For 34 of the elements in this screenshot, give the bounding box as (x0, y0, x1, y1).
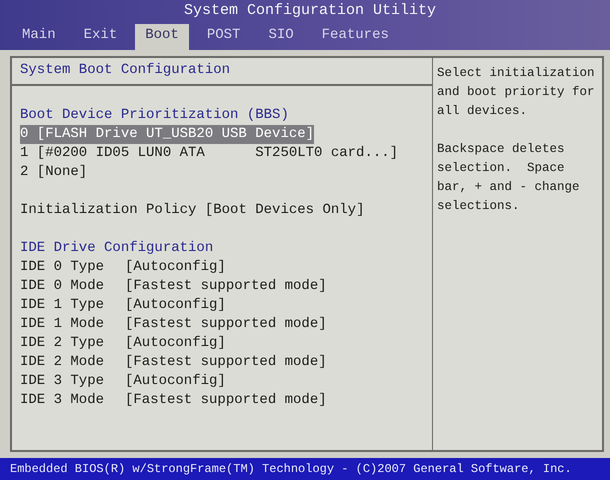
setting-value[interactable]: [Autoconfig] (125, 296, 226, 315)
boot-device-item[interactable]: 1 [#0200 ID05 LUN0 ATA ST250LT0 card...] (20, 144, 398, 163)
setting-label: IDE 0 Type (20, 258, 106, 277)
menu-tab[interactable]: Features (312, 24, 399, 50)
setting-value[interactable]: [Boot Devices Only] (204, 201, 364, 220)
setting-value[interactable]: [Fastest supported mode] (125, 391, 327, 410)
help-text: Backspace deletes selection. Space bar, + and - change selections. (437, 141, 581, 215)
boot-device-item[interactable]: 2 [None] (20, 163, 88, 182)
boot-device-item[interactable]: 0 [FLASH Drive UT_USB20 USB Device] (20, 125, 314, 144)
section-heading: Boot Device Prioritization (BBS) (20, 106, 290, 125)
section-heading: IDE Drive Configuration (20, 239, 214, 258)
setting-label: IDE 3 Mode (20, 391, 106, 410)
status-bar: Embedded BIOS(R) w/StrongFrame(TM) Technology - (C)2007 General Software, Inc. (0, 458, 610, 480)
setting-value[interactable]: [Autoconfig] (125, 372, 226, 391)
setting-label: IDE 2 Mode (20, 353, 106, 372)
setting-label: Initialization Policy (20, 201, 198, 220)
setting-label: IDE 2 Type (20, 334, 106, 353)
panel-title: System Boot Configuration (12, 58, 432, 86)
setting-label: IDE 1 Mode (20, 315, 106, 334)
setting-label: IDE 3 Type (20, 372, 106, 391)
menu-tab[interactable]: Main (12, 24, 66, 50)
menu-tab[interactable]: SIO (258, 24, 304, 50)
setting-value[interactable]: [Autoconfig] (125, 334, 226, 353)
setting-value[interactable]: [Autoconfig] (125, 258, 226, 277)
menu-tab[interactable]: Boot (135, 24, 189, 50)
setting-label: IDE 0 Mode (20, 277, 106, 296)
setting-value[interactable]: [Fastest supported mode] (125, 315, 327, 334)
setting-label: IDE 1 Type (20, 296, 106, 315)
menu-tab[interactable]: Exit (74, 24, 128, 50)
help-text: Select initialization and boot priority for all devices. (437, 65, 596, 120)
setting-value[interactable]: [Fastest supported mode] (125, 353, 327, 372)
window-title: System Configuration Utility (182, 1, 438, 21)
setting-value[interactable]: [Fastest supported mode] (125, 277, 327, 296)
menu-tab[interactable]: POST (196, 24, 250, 50)
